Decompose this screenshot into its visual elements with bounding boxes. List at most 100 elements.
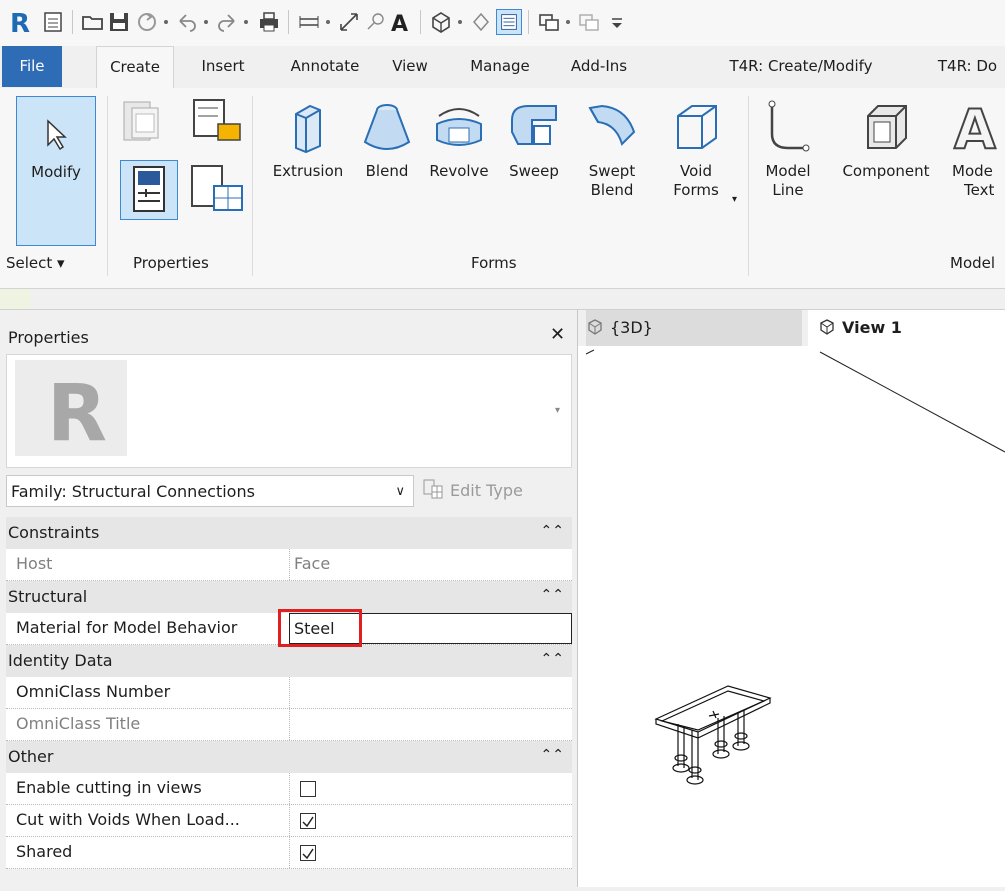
tab-t4r-do[interactable]: T4R: Do: [930, 46, 1005, 87]
select-panel-label[interactable]: Select ▾: [6, 254, 65, 272]
close-icon[interactable]: ✕: [550, 324, 565, 345]
property-label: OmniClass Number: [16, 682, 171, 701]
model-view: [585, 349, 1005, 785]
revolve-button[interactable]: Revolve: [422, 98, 496, 181]
property-row-shared: Shared: [6, 837, 572, 869]
blend-button[interactable]: Blend: [356, 98, 418, 181]
tab-manage[interactable]: Manage: [455, 46, 545, 87]
model-line-label-2: Line: [772, 181, 804, 199]
text-icon[interactable]: A: [388, 9, 414, 35]
extrusion-icon: [295, 104, 321, 154]
switch-windows-icon[interactable]: [536, 9, 562, 35]
family-dropdown[interactable]: Family: Structural Connections ∨: [6, 475, 414, 507]
open-icon[interactable]: [80, 9, 106, 35]
family-category-button[interactable]: [116, 96, 168, 152]
group-label: Other: [8, 747, 54, 766]
svg-text:A: A: [391, 12, 408, 35]
omniclass-number-input[interactable]: [289, 677, 572, 708]
tab-view[interactable]: View: [380, 46, 440, 87]
print-icon[interactable]: [256, 9, 282, 35]
type-properties-icon: [191, 165, 243, 211]
save-icon[interactable]: [106, 9, 132, 35]
property-label: Host: [16, 554, 53, 573]
measure-dropdown-icon[interactable]: [322, 9, 334, 35]
model-text-button[interactable]: A Mode Text: [952, 98, 1005, 200]
property-value-host: Face: [289, 549, 572, 580]
property-label: Cut with Voids When Load...: [16, 810, 240, 829]
switch-windows-dropdown-icon[interactable]: [562, 9, 574, 35]
cut-with-voids-checkbox[interactable]: [300, 813, 316, 829]
family-types-button[interactable]: [186, 96, 242, 152]
family-dropdown-value: Family: Structural Connections: [11, 482, 255, 501]
family-category-icon: [123, 101, 159, 141]
customize-icon[interactable]: [604, 9, 630, 35]
measure-icon[interactable]: [296, 9, 322, 35]
tab-3d-view[interactable]: {3D}: [586, 310, 802, 346]
component-button[interactable]: Component: [828, 98, 944, 181]
edit-type-button[interactable]: Edit Type: [422, 475, 572, 507]
close-hidden-icon[interactable]: [576, 9, 602, 35]
tab-view-1-label: View 1: [842, 318, 902, 337]
group-identity-data[interactable]: Identity Data ⌃⌃: [6, 645, 572, 677]
omniclass-title-value: [289, 709, 572, 740]
family-properties-button[interactable]: [120, 160, 178, 220]
model-line-icon: [768, 100, 810, 152]
family-properties-icon: [133, 166, 165, 212]
void-forms-icon: [677, 105, 717, 149]
tab-t4r-create-modify[interactable]: T4R: Create/Modify: [710, 46, 892, 87]
tab-view-1[interactable]: View 1: [808, 310, 1005, 346]
model-panel-label: Model: [950, 254, 996, 272]
group-other[interactable]: Other ⌃⌃: [6, 741, 572, 773]
svg-text:R: R: [47, 369, 107, 456]
tab-add-ins[interactable]: Add-Ins: [550, 46, 648, 87]
edit-type-label: Edit Type: [450, 481, 523, 500]
view-tab-bar: {3D} View 1: [578, 310, 1005, 346]
tab-file[interactable]: File: [2, 46, 62, 87]
group-constraints[interactable]: Constraints ⌃⌃: [6, 517, 572, 549]
swept-blend-button[interactable]: Swept Blend: [578, 98, 646, 200]
model-line-button[interactable]: Model Line: [756, 98, 820, 200]
type-selector[interactable]: R ▾: [6, 354, 572, 468]
section-icon[interactable]: [468, 9, 494, 35]
sweep-icon: [511, 105, 557, 145]
sync-dropdown-icon[interactable]: [160, 9, 172, 35]
checkmark-icon: [302, 848, 314, 860]
3d-view-dropdown-icon[interactable]: [454, 9, 466, 35]
void-forms-dropdown-icon[interactable]: ▾: [732, 194, 737, 205]
type-properties-button[interactable]: [186, 160, 246, 220]
tab-3d-label: {3D}: [610, 318, 653, 337]
enable-cutting-checkbox[interactable]: [300, 781, 316, 797]
undo-dropdown-icon[interactable]: [200, 9, 212, 35]
property-label: Enable cutting in views: [16, 778, 202, 797]
type-selector-dropdown-icon[interactable]: ▾: [555, 405, 560, 416]
properties-icon[interactable]: [40, 9, 66, 35]
void-forms-label-2: Forms: [673, 181, 719, 199]
extrusion-button[interactable]: Extrusion: [264, 98, 352, 181]
property-row-omniclass-number: OmniClass Number: [6, 677, 572, 709]
redo-dropdown-icon[interactable]: [240, 9, 252, 35]
undo-icon[interactable]: [174, 9, 200, 35]
quick-access-toolbar: R A: [0, 0, 1005, 46]
void-forms-button[interactable]: Void Forms: [660, 98, 732, 200]
3d-view-icon[interactable]: [428, 9, 454, 35]
tab-create[interactable]: Create: [96, 46, 174, 89]
dimension-icon[interactable]: [336, 9, 362, 35]
sweep-button[interactable]: Sweep: [500, 98, 568, 181]
tab-annotate[interactable]: Annotate: [280, 46, 370, 87]
revit-app-icon[interactable]: R: [8, 9, 34, 35]
ribbon-tab-bar: File Create Insert Annotate View Manage …: [0, 46, 1005, 89]
revolve-icon: [436, 108, 482, 146]
tab-insert[interactable]: Insert: [190, 46, 256, 87]
void-forms-label-1: Void: [680, 162, 712, 180]
model-text-label-1: Mode: [952, 162, 993, 180]
blend-label: Blend: [365, 162, 409, 180]
thin-lines-icon[interactable]: [496, 9, 522, 35]
shared-checkbox[interactable]: [300, 845, 316, 861]
group-label: Structural: [8, 587, 88, 606]
modify-button[interactable]: Modify: [16, 96, 96, 246]
redo-icon[interactable]: [214, 9, 240, 35]
sync-icon[interactable]: [134, 9, 160, 35]
tag-icon[interactable]: [362, 9, 388, 35]
component-label: Component: [842, 162, 930, 180]
drawing-canvas[interactable]: [578, 346, 1005, 887]
